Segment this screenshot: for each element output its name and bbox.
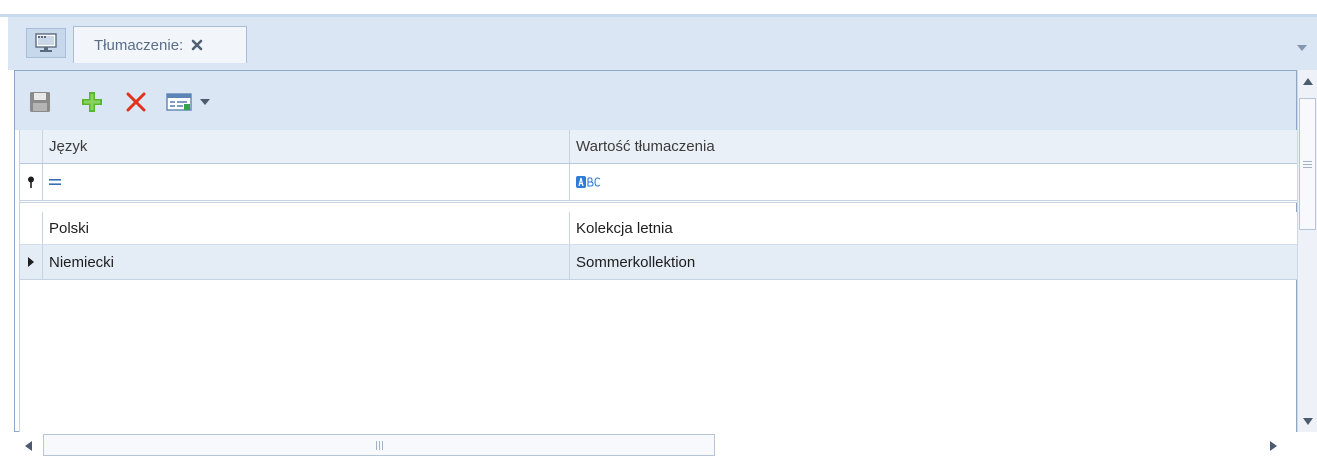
delete-button[interactable] [124,90,148,114]
tab-translation[interactable]: Tłumaczenie: [73,26,247,63]
tab-bar: Tłumaczenie: [0,17,1317,70]
filter-row [20,164,1297,203]
equals-operator-icon [49,179,61,185]
cell-translation[interactable]: Sommerkollektion [570,245,1297,279]
pin-icon [28,176,34,188]
header-indicator-cell [20,130,43,163]
toolbar [15,71,1296,130]
row-indicator-cell[interactable] [20,212,43,244]
save-button[interactable] [28,90,52,114]
thumb-grip-icon [375,440,383,450]
close-icon[interactable] [190,38,204,52]
horizontal-scrollbar[interactable] [18,432,1297,458]
row-pointer-icon [28,257,34,267]
tab-dropdown-arrow[interactable] [1297,39,1307,51]
arrow-down-icon [1303,417,1313,425]
add-button[interactable] [80,90,104,114]
scroll-down-button[interactable] [1298,410,1317,432]
text-operator-icon [576,176,601,188]
vertical-scrollbar[interactable] [1297,70,1317,432]
table-row[interactable]: Niemiecki Sommerkollektion [20,245,1297,280]
column-header-language[interactable]: Język [43,130,570,163]
column-header-translation[interactable]: Wartość tłumaczenia [570,130,1297,163]
scroll-left-button[interactable] [20,438,36,454]
arrow-up-icon [1303,77,1313,85]
arrow-left-icon [24,441,32,451]
filter-cell-translation[interactable] [570,164,1297,200]
scroll-right-button[interactable] [1265,438,1281,454]
chevron-down-icon [200,99,210,105]
x-icon [126,92,146,112]
scroll-up-button[interactable] [1298,70,1317,92]
cell-language[interactable]: Polski [43,212,570,244]
header-row: Język Wartość tłumaczenia [20,130,1297,164]
translation-panel: Język Wartość tłumaczenia Polski Kolekcj… [14,70,1297,433]
chevron-down-icon [1297,45,1307,51]
filter-indicator-cell [20,164,43,200]
filter-cell-language[interactable] [43,164,570,200]
tab-label: Tłumaczenie: [94,36,184,54]
grid-view-icon [166,93,192,111]
monitor-icon [35,33,57,52]
save-icon [30,92,50,112]
row-indicator-cell[interactable] [20,245,43,279]
view-menu-button[interactable] [166,90,216,114]
cell-language[interactable]: Niemiecki [43,245,570,279]
thumb-grip-icon [1303,160,1312,168]
hscroll-thumb[interactable] [43,434,715,456]
vscroll-thumb[interactable] [1299,98,1316,230]
grid: Język Wartość tłumaczenia Polski Kolekcj… [19,130,1297,433]
app-window-icon-button[interactable] [26,28,66,58]
table-row[interactable]: Polski Kolekcja letnia [20,212,1297,245]
cell-translation[interactable]: Kolekcja letnia [570,212,1297,244]
arrow-right-icon [1269,441,1277,451]
plus-icon [82,92,102,112]
top-strip [0,0,1317,14]
